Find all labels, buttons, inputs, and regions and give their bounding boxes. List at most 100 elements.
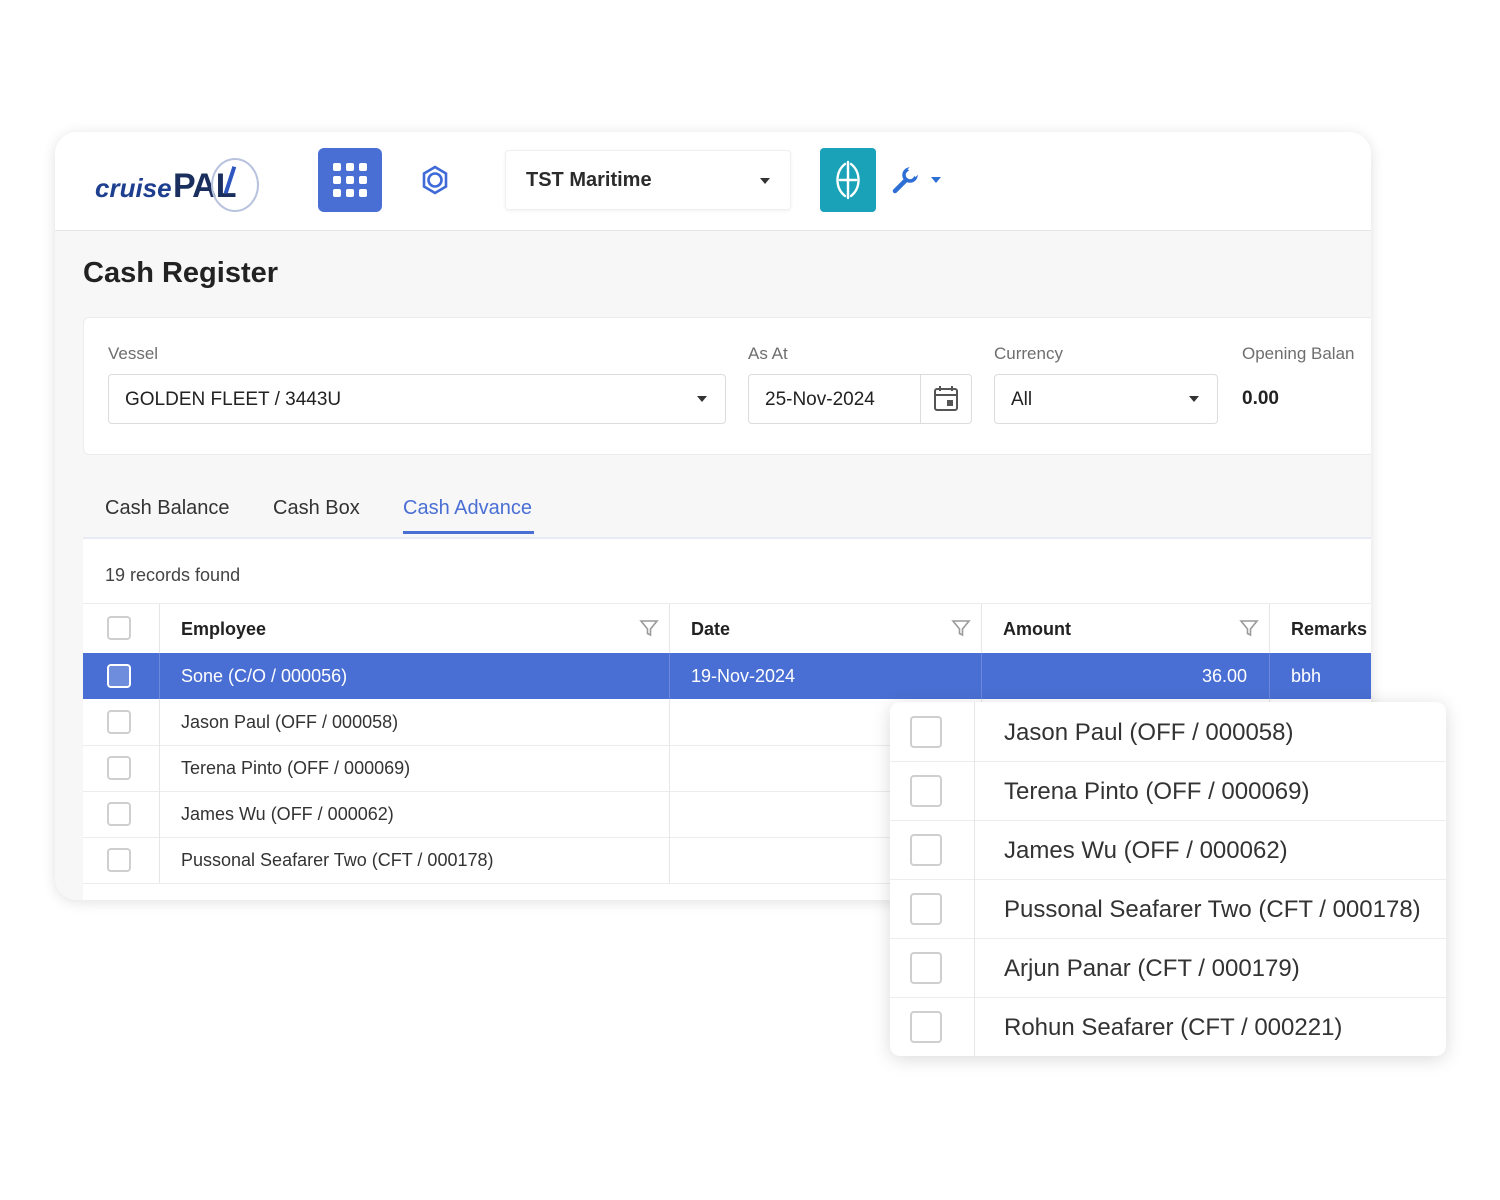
row-checkbox[interactable] [107,664,131,688]
zoom-employee-text: Rohun Seafarer (CFT / 000221) [1004,1014,1343,1041]
filter-icon[interactable] [951,618,971,638]
zoom-employee-text: Arjun Panar (CFT / 000179) [1004,955,1300,982]
vessel-select[interactable]: GOLDEN FLEET / 3443U [108,374,726,424]
row-checkbox[interactable] [107,756,131,780]
tab-cash-box[interactable]: Cash Box [273,497,360,520]
chevron-down-icon [931,177,941,183]
select-all-checkbox[interactable] [107,616,131,640]
apps-grid-icon [333,163,367,197]
company-select[interactable]: TST Maritime [505,150,791,210]
row-checkbox[interactable] [910,952,942,984]
column-divider [974,938,975,997]
header-remarks[interactable]: Remarks [1269,604,1371,654]
cell-employee-text: Sone (C/O / 000056) [181,666,348,686]
calendar-icon [934,386,958,411]
row-checkbox-cell [83,837,160,883]
table-row-selected[interactable]: Sone (C/O / 000056) 19-Nov-2024 36.00 bb… [83,653,1371,699]
currency-select-value: All [1011,389,1033,410]
top-navigation-bar: cruise PAL TST Maritime [55,132,1371,231]
row-checkbox[interactable] [910,893,942,925]
cell-amount: 36.00 [981,653,1270,699]
records-count: 19 records found [105,565,241,585]
zoom-employee-text: Pussonal Seafarer Two (CFT / 000178) [1004,896,1421,923]
header-employee[interactable]: Employee [159,604,670,654]
currency-select[interactable]: All [994,374,1218,424]
currency-label: Currency [994,344,1063,363]
column-divider [974,879,975,938]
row-checkbox[interactable] [910,775,942,807]
settings-button[interactable] [415,160,455,200]
zoom-list-item[interactable]: James Wu (OFF / 000062) [890,820,1446,880]
brand-logo-icon [836,160,860,200]
cruisepal-logo[interactable]: cruise PAL [95,156,275,216]
zoom-list-item[interactable]: Jason Paul (OFF / 000058) [890,702,1446,762]
cell-date-text: 19-Nov-2024 [691,666,796,686]
cell-employee: Terena Pinto (OFF / 000069) [159,745,670,791]
row-checkbox-cell [83,699,160,745]
cell-employee-text: Pussonal Seafarer Two (CFT / 000178) [181,850,494,870]
zoom-employee-text: Terena Pinto (OFF / 000069) [1004,778,1310,805]
logo-text-cruise: cruise [95,173,172,203]
row-checkbox-cell [83,791,160,837]
zoom-list-item[interactable]: Pussonal Seafarer Two (CFT / 000178) [890,879,1446,939]
company-select-value: TST Maritime [526,169,652,191]
zoom-list-item[interactable]: Terena Pinto (OFF / 000069) [890,761,1446,821]
zoom-list-item[interactable]: Arjun Panar (CFT / 000179) [890,938,1446,998]
cell-employee: Jason Paul (OFF / 000058) [159,699,670,745]
vessel-select-value: GOLDEN FLEET / 3443U [125,389,342,410]
tab-bar: Cash Balance Cash Box Cash Advance [83,483,1371,539]
filter-icon[interactable] [1239,618,1259,638]
header-date[interactable]: Date [669,604,982,654]
cell-employee: Sone (C/O / 000056) [159,653,670,699]
zoomed-rows-callout: Jason Paul (OFF / 000058) Terena Pinto (… [890,702,1446,1056]
cell-date: 19-Nov-2024 [669,653,982,699]
table-header-row: Employee Date Amount Remarks [83,603,1371,655]
as-at-date-value: 25-Nov-2024 [765,389,875,410]
opening-balance-label: Opening Balan [1242,344,1355,363]
tab-cash-balance[interactable]: Cash Balance [105,497,230,520]
cell-employee-text: Jason Paul (OFF / 000058) [181,712,399,732]
row-checkbox[interactable] [107,710,131,734]
cell-employee: James Wu (OFF / 000062) [159,791,670,837]
date-picker-button[interactable] [920,375,971,423]
header-amount[interactable]: Amount [981,604,1270,654]
row-checkbox[interactable] [107,848,131,872]
brand-app-button[interactable] [820,148,876,212]
cell-remarks: bbh [1269,653,1371,699]
column-divider [974,997,975,1056]
tab-cash-advance[interactable]: Cash Advance [403,497,532,520]
row-checkbox[interactable] [910,834,942,866]
cell-remarks-text: bbh [1291,666,1322,686]
tools-menu-button[interactable] [891,164,949,196]
zoom-employee-text: James Wu (OFF / 000062) [1004,837,1288,864]
zoom-list-item[interactable]: Rohun Seafarer (CFT / 000221) [890,997,1446,1056]
as-at-label: As At [748,344,788,363]
column-divider [974,761,975,820]
row-checkbox[interactable] [107,802,131,826]
row-checkbox[interactable] [910,1011,942,1043]
wrench-icon [892,165,921,194]
row-checkbox-cell [83,653,160,699]
filter-icon[interactable] [639,618,659,638]
header-employee-label: Employee [181,619,267,639]
opening-balance-value: 0.00 [1242,388,1279,409]
cell-amount-text: 36.00 [1201,666,1247,686]
as-at-date-field[interactable]: 25-Nov-2024 [748,374,972,424]
row-checkbox[interactable] [910,716,942,748]
apps-menu-button[interactable] [318,148,382,212]
chevron-down-icon [1189,396,1199,402]
header-date-label: Date [691,619,731,639]
vessel-label: Vessel [108,344,159,363]
cell-employee-text: Terena Pinto (OFF / 000069) [181,758,411,778]
active-tab-indicator [403,531,534,534]
zoom-employee-text: Jason Paul (OFF / 000058) [1004,719,1294,746]
settings-gear-icon [422,165,448,195]
cell-employee: Pussonal Seafarer Two (CFT / 000178) [159,837,670,883]
chevron-down-icon [760,178,770,184]
filter-panel: Vessel GOLDEN FLEET / 3443U As At 25-Nov… [83,317,1371,455]
header-remarks-label: Remarks [1291,619,1368,639]
column-divider [974,820,975,879]
chevron-down-icon [697,396,707,402]
page-title: Cash Register [83,257,279,289]
cell-employee-text: James Wu (OFF / 000062) [181,804,394,824]
